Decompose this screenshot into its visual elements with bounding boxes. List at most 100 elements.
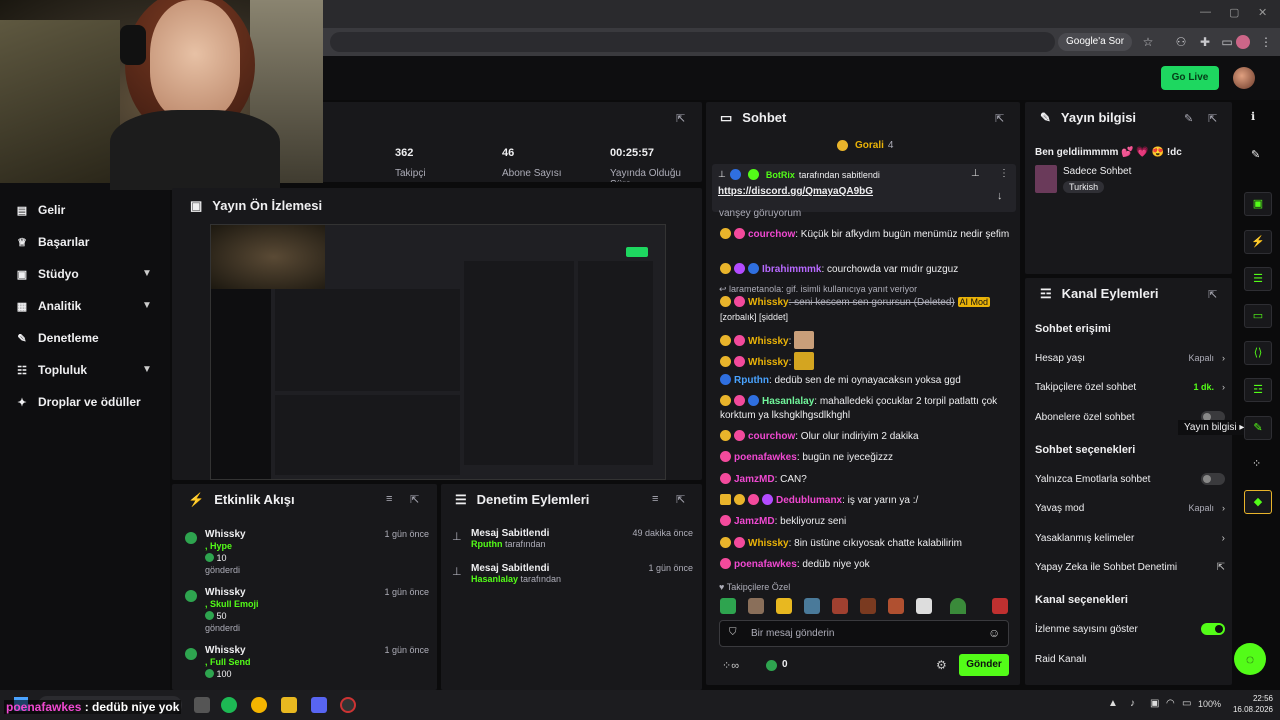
show-viewers-toggle[interactable] bbox=[1201, 623, 1225, 635]
banned-words-row[interactable]: Yasaklanmış kelimeler › bbox=[1035, 528, 1225, 548]
sidebar-item-topluluk[interactable]: ☷ Topluluk ▼ bbox=[16, 360, 166, 380]
filter-icon[interactable]: ≡ bbox=[386, 493, 392, 505]
chevron-down-icon: ▼ bbox=[142, 268, 152, 279]
obs-icon[interactable] bbox=[340, 697, 356, 713]
taskview-icon[interactable] bbox=[194, 697, 210, 713]
extension-icon[interactable]: ⚇ bbox=[1173, 34, 1189, 50]
profile-avatar[interactable] bbox=[1236, 35, 1250, 49]
folder-icon[interactable] bbox=[281, 697, 297, 713]
sidepanel-icon[interactable]: ▭ bbox=[1219, 34, 1235, 50]
emote-icon[interactable] bbox=[888, 598, 904, 614]
rail-dots-icon[interactable]: ⁘ bbox=[1252, 457, 1261, 470]
uptime-value: 00:25:57 bbox=[610, 147, 655, 159]
rail-wrench-icon[interactable]: ✎ bbox=[1244, 416, 1272, 440]
more-icon[interactable]: ⋮ bbox=[999, 168, 1009, 179]
rail-lightning-icon[interactable]: ⚡ bbox=[1244, 230, 1272, 254]
emote-icon[interactable] bbox=[916, 598, 932, 614]
rail-preview-icon[interactable]: ▣ bbox=[1244, 192, 1272, 216]
emote-icon[interactable] bbox=[720, 598, 736, 614]
go-live-button[interactable]: Go Live bbox=[1161, 66, 1219, 90]
ai-moderation-row[interactable]: Yapay Zeka ile Sohbet Denetimi ⇱ bbox=[1035, 557, 1225, 577]
clock[interactable]: 22:56 16.08.2026 bbox=[1229, 693, 1273, 715]
kicks-icon bbox=[766, 660, 777, 671]
account-age-row[interactable]: Hesap yaşı Kapalı › bbox=[1035, 348, 1225, 368]
sidebar-item-studyo[interactable]: ▣ Stüdyo ▼ bbox=[16, 264, 166, 284]
emote-icon[interactable] bbox=[860, 598, 876, 614]
google-ask-chip[interactable]: Google'a Sor bbox=[1058, 33, 1133, 51]
popout-icon[interactable]: ⇱ bbox=[1208, 288, 1217, 301]
minimize-icon[interactable]: — bbox=[1200, 6, 1211, 18]
language-tag[interactable]: Turkish bbox=[1063, 181, 1105, 193]
puzzle-icon[interactable]: ✚ bbox=[1197, 34, 1213, 50]
discord-icon[interactable] bbox=[311, 697, 327, 713]
list-icon: ☰ bbox=[455, 492, 467, 507]
rail-code-icon[interactable]: ⟨⟩ bbox=[1244, 341, 1272, 365]
bot-badge-icon bbox=[729, 169, 741, 180]
tray-chevron-icon[interactable]: ▲ bbox=[1108, 698, 1118, 709]
points-icon[interactable]: ⁘∞ bbox=[722, 659, 739, 672]
chat-message: JamzMD: CAN? bbox=[720, 473, 1010, 487]
emote-icon bbox=[794, 352, 815, 370]
followers-only-row[interactable]: Takipçilere özel sohbet 1 dk. › bbox=[1035, 377, 1225, 397]
user-avatar[interactable] bbox=[1233, 67, 1255, 89]
edit-icon[interactable]: ✎ bbox=[1184, 112, 1193, 125]
pencil-icon[interactable]: ✎ bbox=[1251, 148, 1260, 161]
slow-mode-row[interactable]: Yavaş mod Kapalı › bbox=[1035, 498, 1225, 518]
send-button[interactable]: Gönder bbox=[959, 654, 1009, 676]
sidebar-item-analitik[interactable]: ▦ Analitik ▼ bbox=[16, 296, 166, 316]
gift-icon: ✦ bbox=[17, 396, 27, 409]
chat-input[interactable]: ⛉ Bir mesaj gönderin ☺ bbox=[719, 620, 1009, 647]
actions-icon: ☲ bbox=[1040, 286, 1052, 301]
wifi-icon[interactable]: ◠ bbox=[1166, 698, 1175, 709]
emote-icon[interactable] bbox=[992, 598, 1008, 614]
preview-golive bbox=[626, 247, 648, 257]
popout-icon[interactable]: ⇱ bbox=[676, 493, 685, 506]
emote-icon[interactable] bbox=[950, 598, 966, 614]
followers-label: Takipçi bbox=[395, 168, 426, 179]
chat-message: Whissky: seni kescem sen gorursun (Delet… bbox=[720, 296, 991, 322]
emote-only-toggle[interactable] bbox=[1201, 473, 1225, 485]
star-icon[interactable]: ☆ bbox=[1140, 34, 1156, 50]
popout-icon[interactable]: ⇱ bbox=[410, 493, 419, 506]
tray-icon[interactable]: ▣ bbox=[1150, 698, 1159, 709]
popout-icon[interactable]: ⇱ bbox=[1208, 112, 1217, 125]
category-name[interactable]: Sadece Sohbet bbox=[1063, 166, 1131, 177]
rail-actions-icon[interactable]: ☲ bbox=[1244, 378, 1272, 402]
close-icon[interactable]: ✕ bbox=[1258, 6, 1267, 19]
chrome-icon[interactable] bbox=[251, 697, 267, 713]
pinned-link[interactable]: https://discord.gg/QmayaQA9bG bbox=[718, 186, 873, 197]
show-viewers-row[interactable]: İzlenme sayısını göster bbox=[1035, 619, 1225, 639]
emote-icon[interactable] bbox=[804, 598, 820, 614]
maximize-icon[interactable]: ▢ bbox=[1229, 6, 1239, 19]
popout-icon[interactable]: ⇱ bbox=[676, 112, 685, 125]
raid-channel-row[interactable]: Raid Kanalı bbox=[1035, 649, 1225, 669]
settings-icon[interactable]: ⚙ bbox=[936, 658, 947, 672]
tooltip: Yayın bilgisi ▸ bbox=[1178, 420, 1251, 435]
help-chat-button[interactable]: ◌ bbox=[1234, 643, 1266, 675]
info-icon[interactable]: ℹ bbox=[1251, 110, 1255, 123]
unpin-icon[interactable]: ⊥ bbox=[971, 168, 980, 179]
rail-gift-icon[interactable]: ◆ bbox=[1244, 490, 1272, 514]
sidebar-item-droplar[interactable]: ✦ Droplar ve ödüller bbox=[16, 392, 140, 412]
emoji-icon[interactable]: ☺ bbox=[988, 626, 1000, 640]
moderation-panel bbox=[441, 484, 702, 690]
stream-preview[interactable] bbox=[210, 224, 666, 480]
microphone-icon[interactable]: ♪ bbox=[1130, 698, 1135, 709]
emote-icon[interactable] bbox=[748, 598, 764, 614]
popout-icon[interactable]: ⇱ bbox=[995, 112, 1004, 125]
emote-only-row[interactable]: Yalnızca Emotlarla sohbet bbox=[1035, 469, 1225, 489]
rail-list-icon[interactable]: ☰ bbox=[1244, 267, 1272, 291]
sidebar-item-basarilar[interactable]: ♕ Başarılar bbox=[16, 232, 89, 252]
wallet-icon: ▤ bbox=[16, 204, 28, 217]
rail-chat-icon[interactable]: ▭ bbox=[1244, 304, 1272, 328]
emote-icon[interactable] bbox=[776, 598, 792, 614]
filter-icon[interactable]: ≡ bbox=[652, 493, 658, 505]
arrow-down-icon[interactable]: ↓ bbox=[997, 190, 1003, 202]
spotify-icon[interactable] bbox=[221, 697, 237, 713]
menu-dots-icon[interactable]: ⋮ bbox=[1258, 34, 1274, 50]
leaderboard-gorali[interactable]: Gorali 4 bbox=[837, 140, 893, 151]
emote-icon[interactable] bbox=[832, 598, 848, 614]
sidebar-item-gelir[interactable]: ▤ Gelir bbox=[16, 200, 66, 220]
sidebar-item-denetleme[interactable]: ✎ Denetleme bbox=[16, 328, 98, 348]
address-bar[interactable] bbox=[330, 32, 1055, 52]
